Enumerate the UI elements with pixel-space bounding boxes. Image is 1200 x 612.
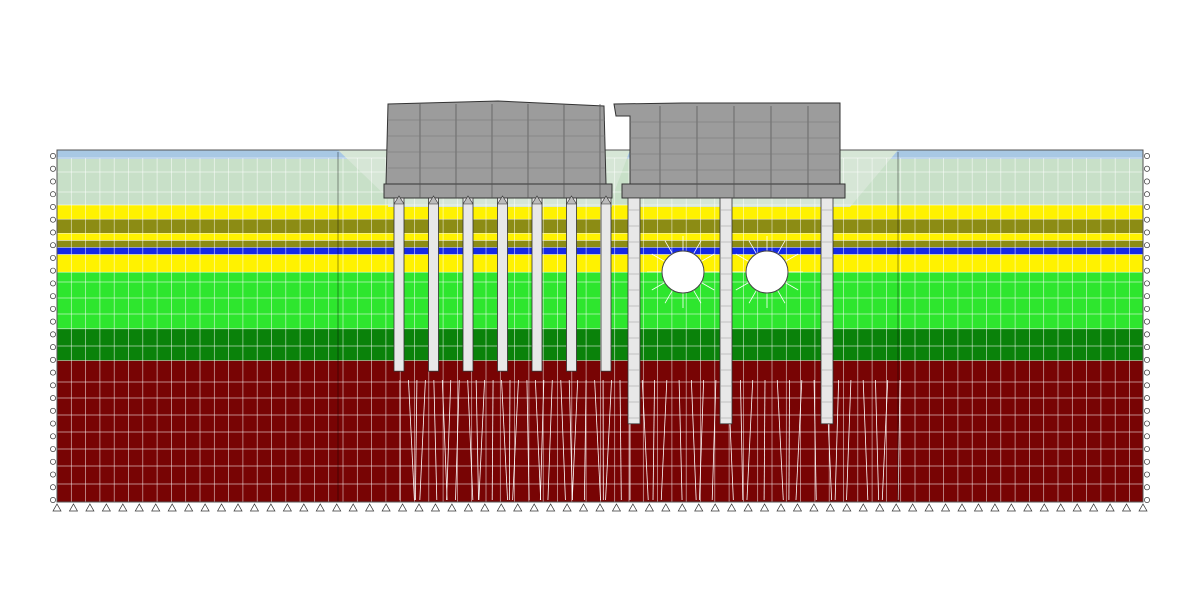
right-building-raft: [621, 183, 846, 199]
left-pile: [462, 197, 474, 372]
left-pile: [600, 197, 612, 372]
right-building-superstructure: [613, 102, 841, 185]
tunnel-right: [745, 250, 789, 294]
soil-layer-silt: [57, 272, 1143, 329]
soil-layer-sand: [57, 233, 1143, 241]
left-pile: [393, 197, 405, 372]
soil-layer-clay: [57, 219, 1143, 234]
soil-layer-sand: [57, 205, 1143, 220]
soil-layer-clay: [57, 240, 1143, 248]
soil-layer-clay: [57, 328, 1143, 361]
left-building-raft: [383, 183, 613, 199]
left-building-superstructure: [385, 100, 607, 185]
right-pile: [719, 197, 733, 425]
left-pile: [531, 197, 543, 372]
soil-layer-water: [57, 247, 1143, 255]
fem-model-canvas: [0, 0, 1200, 612]
left-pile: [566, 197, 577, 372]
soil-layer-sand: [57, 254, 1143, 273]
right-pile: [820, 197, 834, 425]
tunnel-left: [661, 250, 705, 294]
left-pile: [497, 197, 508, 372]
right-pile: [627, 197, 641, 425]
left-pile: [428, 197, 439, 372]
